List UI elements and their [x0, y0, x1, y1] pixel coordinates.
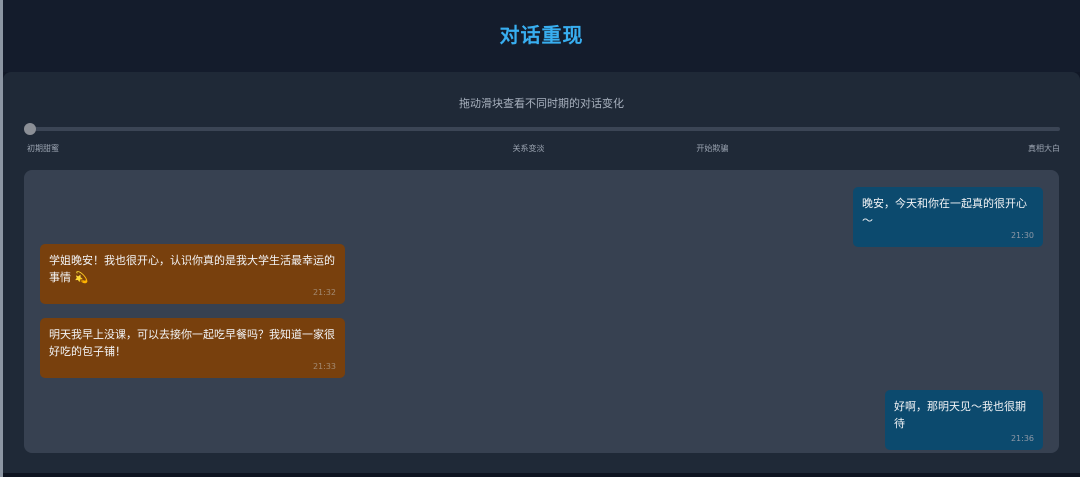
timeline-slider-thumb[interactable]: [24, 123, 36, 135]
stage-label-deceiving: 开始欺骗: [696, 144, 729, 153]
message-bubble-other: 明天我早上没课，可以去接你一起吃早餐吗？我知道一家很好吃的包子铺！ 21:33: [40, 318, 345, 378]
conversation-panel: 拖动滑块查看不同时期的对话变化 初期甜蜜 关系变淡 开始欺骗 真相大白 晚安，今…: [3, 72, 1080, 473]
message-bubble-other: 学姐晚安！我也很开心，认识你真的是我大学生活最幸运的事情 💫 21:32: [40, 244, 345, 304]
timeline-slider-track[interactable]: [28, 127, 1060, 131]
timeline-stage-labels: 初期甜蜜 关系变淡 开始欺骗 真相大白: [27, 143, 1060, 155]
message-bubble-me: 好啊，那明天见～我也很期待 21:36: [885, 390, 1043, 450]
stage-label-cooling: 关系变淡: [512, 144, 545, 153]
message-time: 21:36: [1010, 434, 1034, 443]
bottom-edge: [3, 473, 1080, 477]
chat-area[interactable]: 晚安，今天和你在一起真的很开心～ 21:30 学姐晚安！我也很开心，认识你真的是…: [24, 170, 1059, 453]
message-time: 21:30: [1010, 231, 1034, 240]
page-header: 对话重现: [3, 0, 1080, 72]
message-time: 21:33: [312, 362, 336, 371]
message-bubble-me: 晚安，今天和你在一起真的很开心～ 21:30: [853, 187, 1043, 247]
stage-label-early: 初期甜蜜: [27, 144, 59, 153]
page-title: 对话重现: [499, 22, 584, 47]
message-time: 21:32: [312, 288, 336, 297]
message-text: 好啊，那明天见～我也很期待: [894, 400, 1026, 430]
message-text: 明天我早上没课，可以去接你一起吃早餐吗？我知道一家很好吃的包子铺！: [49, 328, 335, 358]
message-text: 学姐晚安！我也很开心，认识你真的是我大学生活最幸运的事情 💫: [49, 254, 335, 284]
slider-hint: 拖动滑块查看不同时期的对话变化: [459, 97, 624, 110]
stage-label-truth: 真相大白: [1028, 144, 1060, 153]
message-text: 晚安，今天和你在一起真的很开心～: [862, 197, 1027, 227]
